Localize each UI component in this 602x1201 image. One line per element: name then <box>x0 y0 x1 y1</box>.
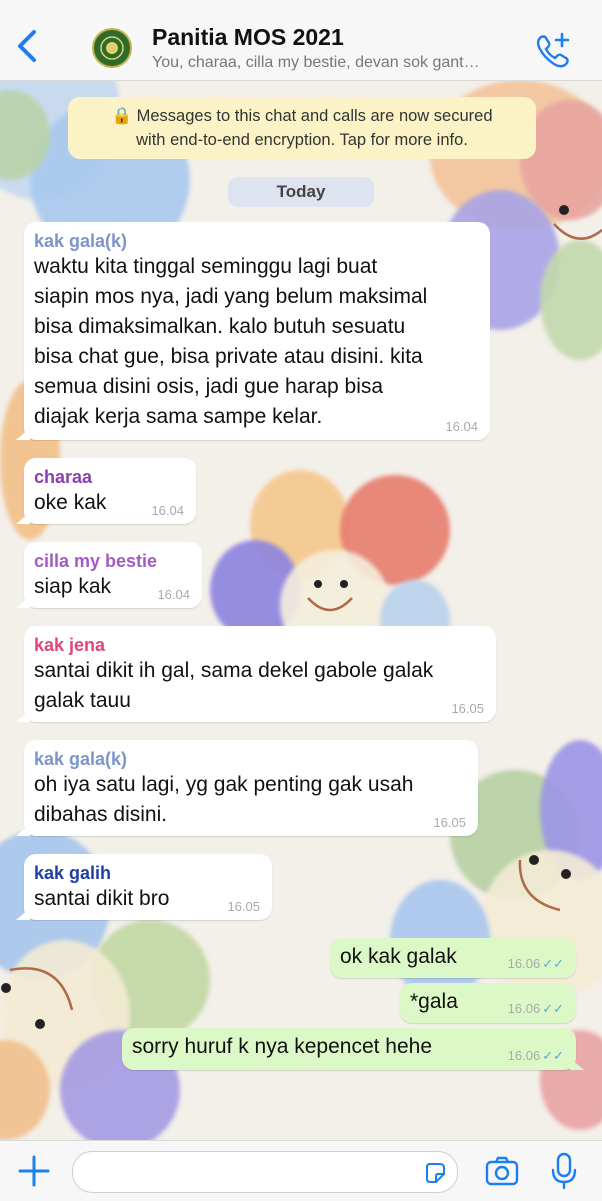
compose-bar <box>0 1140 602 1201</box>
message-bubble[interactable]: kak galih santai dikit bro 16.05 <box>16 854 272 920</box>
message-input[interactable] <box>72 1151 458 1193</box>
group-avatar[interactable] <box>92 28 132 68</box>
plus-icon[interactable] <box>16 1153 52 1189</box>
message-text: santai dikit ih gal, sama dekel gabole g… <box>34 659 434 712</box>
chat-header: Panitia MOS 2021 You, charaa, cilla my b… <box>0 0 602 81</box>
message-time: 16.05 <box>227 899 260 914</box>
phone-plus-icon[interactable] <box>532 30 572 70</box>
message-text: sorry huruf k nya kepencet hehe <box>132 1035 433 1058</box>
message-bubble[interactable]: kak gala(k) waktu kita tinggal seminggu … <box>16 222 490 440</box>
chat-members[interactable]: You, charaa, cilla my bestie, devan sok … <box>152 54 532 72</box>
message-text: oh iya satu lagi, yg gak penting gak usa… <box>34 773 414 826</box>
message-bubble[interactable]: cilla my bestie siap kak 16.04 <box>16 542 202 608</box>
outgoing-message-bubble[interactable]: ok kak galak 16.06 ✓✓ <box>330 938 576 978</box>
message-sender: kak gala(k) <box>34 231 128 251</box>
osis-logo-icon <box>100 36 124 60</box>
smiley-face-icon <box>553 205 602 240</box>
message-sender: kak galih <box>34 863 112 883</box>
message-sender: charaa <box>34 467 93 487</box>
message-time: 16.04 <box>157 587 190 602</box>
message-bubble[interactable]: charaa oke kak 16.04 <box>16 458 196 524</box>
smiley-face-icon <box>518 855 571 912</box>
lock-icon: 🔒 <box>111 107 133 125</box>
camera-icon[interactable] <box>484 1153 520 1189</box>
message-time: 16.04 <box>151 503 184 518</box>
sticker-icon[interactable] <box>423 1161 447 1185</box>
message-bubble[interactable]: kak jena santai dikit ih gal, sama dekel… <box>16 626 496 722</box>
message-time: 16.05 <box>433 815 466 830</box>
outgoing-message-bubble[interactable]: *gala 16.06 ✓✓ <box>400 983 576 1023</box>
message-time: 16.06 ✓✓ <box>507 1048 564 1063</box>
message-sender: kak gala(k) <box>34 749 128 769</box>
chevron-left-icon[interactable] <box>12 26 42 66</box>
microphone-icon[interactable] <box>548 1151 580 1191</box>
message-time: 16.05 <box>451 701 484 716</box>
message-time: 16.04 <box>445 419 478 434</box>
message-time: 16.06 ✓✓ <box>507 956 564 971</box>
message-sender: cilla my bestie <box>34 551 158 571</box>
chat-title[interactable]: Panitia MOS 2021 <box>152 24 344 51</box>
encryption-line-1: Messages to this chat and calls are now … <box>136 107 493 125</box>
read-receipt-icon: ✓✓ <box>542 1048 564 1063</box>
message-text: waktu kita tinggal seminggu lagi buat sia… <box>34 255 428 428</box>
read-receipt-icon: ✓✓ <box>542 1001 564 1016</box>
date-separator: Today <box>228 177 374 207</box>
encryption-line-2: with end-to-end encryption. Tap for more… <box>136 131 468 149</box>
message-bubble[interactable]: kak gala(k) oh iya satu lagi, yg gak pen… <box>16 740 478 836</box>
read-receipt-icon: ✓✓ <box>542 956 564 971</box>
smiley-face-icon <box>1 967 74 1029</box>
outgoing-message-bubble[interactable]: sorry huruf k nya kepencet hehe 16.06 ✓✓ <box>122 1028 584 1070</box>
encryption-notice[interactable]: 🔒 Messages to this chat and calls are no… <box>68 97 536 159</box>
message-time: 16.06 ✓✓ <box>507 1001 564 1016</box>
smiley-face-icon <box>307 580 353 612</box>
message-sender: kak jena <box>34 635 106 655</box>
